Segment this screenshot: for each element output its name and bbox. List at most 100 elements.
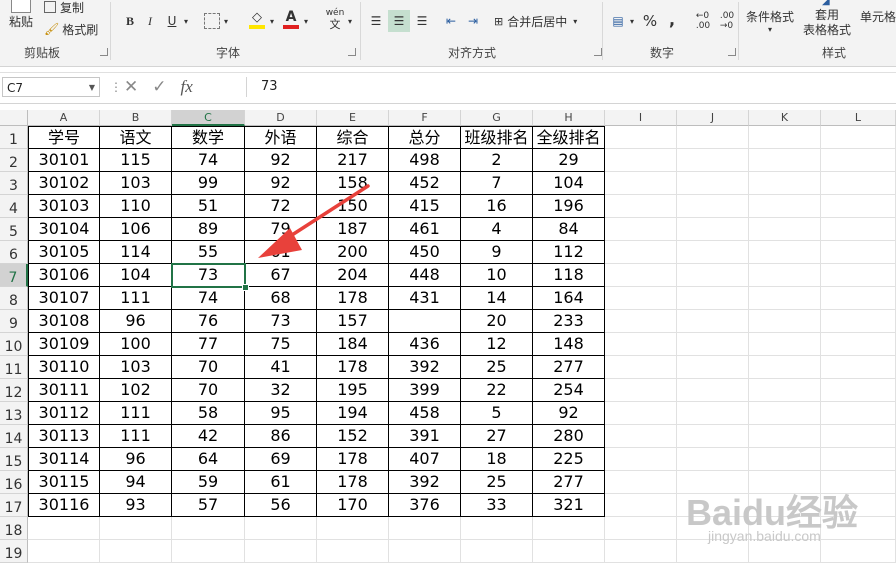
table-cell[interactable]: 96: [100, 310, 172, 333]
empty-cell[interactable]: [605, 356, 677, 379]
table-cell[interactable]: 99: [172, 172, 245, 195]
empty-cell[interactable]: [821, 126, 896, 149]
table-cell[interactable]: 114: [100, 241, 172, 264]
table-cell[interactable]: 103: [100, 356, 172, 379]
empty-cell[interactable]: [749, 126, 821, 149]
increase-decimal-icon[interactable]: ←0.00: [692, 10, 714, 32]
table-cell[interactable]: 41: [245, 356, 317, 379]
empty-cell[interactable]: [749, 195, 821, 218]
table-cell[interactable]: 20: [461, 310, 533, 333]
table-cell[interactable]: 254: [533, 379, 605, 402]
empty-cell[interactable]: [605, 540, 677, 563]
table-cell[interactable]: 79: [245, 218, 317, 241]
empty-cell[interactable]: [245, 517, 317, 540]
empty-cell[interactable]: [533, 517, 605, 540]
column-header-b[interactable]: B: [100, 110, 172, 126]
empty-cell[interactable]: [605, 241, 677, 264]
empty-cell[interactable]: [605, 172, 677, 195]
table-cell[interactable]: 58: [172, 402, 245, 425]
header-cell[interactable]: 总分: [389, 126, 461, 149]
font-color-icon[interactable]: A: [282, 8, 300, 30]
table-cell[interactable]: 399: [389, 379, 461, 402]
empty-cell[interactable]: [389, 540, 461, 563]
table-cell[interactable]: 148: [533, 333, 605, 356]
table-cell[interactable]: 75: [245, 333, 317, 356]
align-center-icon[interactable]: ☰: [388, 10, 410, 32]
empty-cell[interactable]: [605, 195, 677, 218]
table-cell[interactable]: 164: [533, 287, 605, 310]
empty-cell[interactable]: [677, 287, 749, 310]
empty-cell[interactable]: [677, 241, 749, 264]
empty-cell[interactable]: [605, 379, 677, 402]
empty-cell[interactable]: [821, 379, 896, 402]
row-header-16[interactable]: 16: [0, 471, 28, 494]
empty-cell[interactable]: [172, 540, 245, 563]
table-cell[interactable]: 184: [317, 333, 389, 356]
row-header-7[interactable]: 7: [0, 264, 28, 287]
table-cell[interactable]: 56: [245, 494, 317, 517]
empty-cell[interactable]: [605, 310, 677, 333]
table-cell[interactable]: 178: [317, 448, 389, 471]
table-cell[interactable]: 51: [172, 195, 245, 218]
table-cell[interactable]: 68: [245, 287, 317, 310]
column-header-c[interactable]: C: [172, 110, 245, 126]
table-cell[interactable]: 74: [172, 287, 245, 310]
table-cell[interactable]: 89: [172, 218, 245, 241]
empty-cell[interactable]: [605, 448, 677, 471]
table-cell[interactable]: 27: [461, 425, 533, 448]
select-all-corner[interactable]: [0, 110, 28, 126]
table-cell[interactable]: 72: [245, 195, 317, 218]
table-cell[interactable]: 376: [389, 494, 461, 517]
table-cell[interactable]: 7: [461, 172, 533, 195]
table-cell[interactable]: 392: [389, 356, 461, 379]
table-cell[interactable]: 452: [389, 172, 461, 195]
table-cell[interactable]: 196: [533, 195, 605, 218]
table-cell[interactable]: 64: [172, 448, 245, 471]
insert-function-icon[interactable]: fx: [181, 77, 193, 97]
table-cell[interactable]: 104: [533, 172, 605, 195]
table-cell[interactable]: 30110: [28, 356, 100, 379]
table-cell[interactable]: 32: [245, 379, 317, 402]
empty-cell[interactable]: [677, 379, 749, 402]
table-cell[interactable]: 30114: [28, 448, 100, 471]
empty-cell[interactable]: [677, 310, 749, 333]
empty-cell[interactable]: [100, 517, 172, 540]
table-cell[interactable]: 59: [172, 471, 245, 494]
empty-cell[interactable]: [605, 425, 677, 448]
table-cell[interactable]: 16: [461, 195, 533, 218]
empty-cell[interactable]: [821, 149, 896, 172]
table-cell[interactable]: 94: [100, 471, 172, 494]
table-cell[interactable]: 12: [461, 333, 533, 356]
table-cell[interactable]: 436: [389, 333, 461, 356]
row-header-11[interactable]: 11: [0, 356, 28, 379]
table-cell[interactable]: 407: [389, 448, 461, 471]
empty-cell[interactable]: [821, 402, 896, 425]
dropdown-icon[interactable]: ▾: [182, 12, 190, 30]
table-cell[interactable]: 73: [245, 310, 317, 333]
chevron-down-icon[interactable]: ▼: [89, 78, 95, 98]
table-cell[interactable]: 30106: [28, 264, 100, 287]
dropdown-icon[interactable]: ▾: [268, 12, 276, 30]
table-cell[interactable]: 103: [100, 172, 172, 195]
empty-cell[interactable]: [677, 402, 749, 425]
column-header-l[interactable]: L: [821, 110, 896, 126]
table-cell[interactable]: 25: [461, 471, 533, 494]
empty-cell[interactable]: [749, 379, 821, 402]
empty-cell[interactable]: [677, 356, 749, 379]
empty-cell[interactable]: [677, 172, 749, 195]
table-cell[interactable]: 29: [533, 149, 605, 172]
column-header-a[interactable]: A: [28, 110, 100, 126]
table-cell[interactable]: 5: [461, 402, 533, 425]
empty-cell[interactable]: [749, 425, 821, 448]
empty-cell[interactable]: [317, 540, 389, 563]
border-icon[interactable]: [204, 13, 220, 29]
empty-cell[interactable]: [677, 126, 749, 149]
table-cell[interactable]: 67: [245, 264, 317, 287]
table-cell[interactable]: 178: [317, 356, 389, 379]
table-cell[interactable]: 110: [100, 195, 172, 218]
header-cell[interactable]: 综合: [317, 126, 389, 149]
row-header-5[interactable]: 5: [0, 218, 28, 241]
column-header-k[interactable]: K: [749, 110, 821, 126]
column-header-d[interactable]: D: [245, 110, 317, 126]
table-cell[interactable]: 42: [172, 425, 245, 448]
